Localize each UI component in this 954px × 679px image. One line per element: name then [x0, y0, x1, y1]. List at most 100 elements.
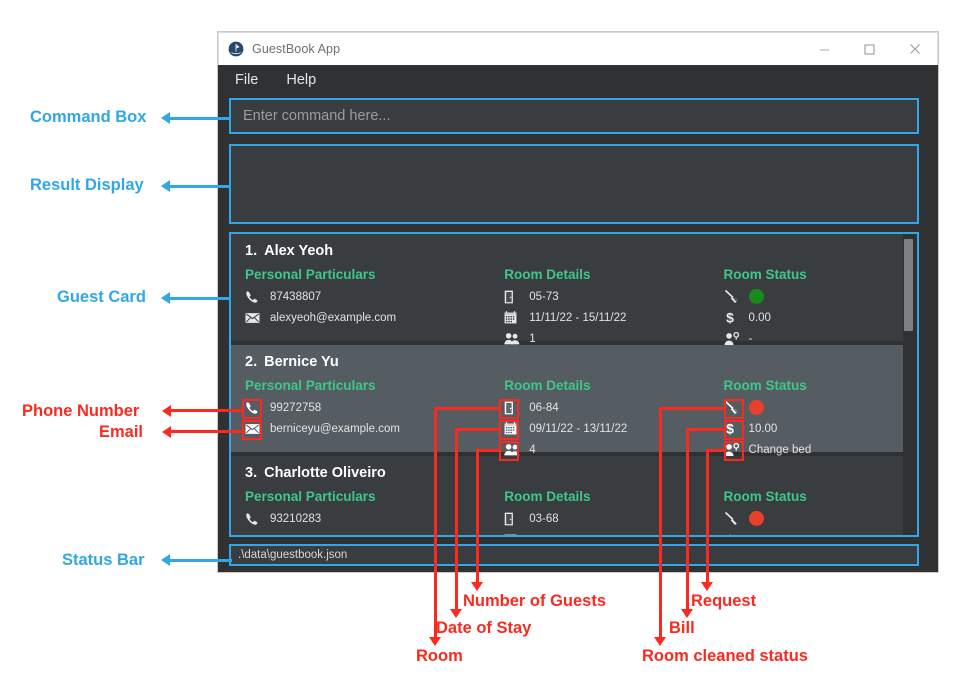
annotation-line-bill-v — [686, 428, 689, 611]
room-details-column: Room Details 06-84 09/11/22 - 13/11/22 4 — [504, 378, 723, 461]
phone-row: 87438807 — [245, 287, 504, 306]
annotation-line-room-h — [434, 407, 501, 410]
annotation-result-display: Result Display — [30, 176, 144, 194]
annotation-arrow-cleaned — [654, 637, 666, 646]
guest-card[interactable]: 1. Alex Yeoh Personal Particulars 8743880… — [231, 234, 903, 345]
annotation-box-broom-icon — [724, 399, 744, 419]
result-display — [229, 144, 919, 224]
annotation-date-of-stay: Date of Stay — [436, 619, 532, 637]
annotation-line-command-box — [170, 117, 230, 120]
cleaned-status-dot — [748, 289, 764, 304]
personal-particulars-column: Personal Particulars 93210283 — [245, 489, 504, 535]
menu-item-help[interactable]: Help — [283, 70, 319, 90]
bill-value: 10.00 — [748, 422, 778, 435]
svg-text:$: $ — [726, 532, 734, 537]
annotation-phone-number: Phone Number — [22, 402, 140, 420]
bill-row: $ 0.00 — [724, 308, 903, 327]
phone-value: 93210283 — [270, 512, 322, 525]
request-value: Change bed — [748, 443, 812, 456]
minimize-button[interactable] — [802, 33, 847, 65]
guest-index: 3. — [245, 465, 258, 481]
close-button[interactable] — [892, 33, 937, 65]
door-icon — [504, 289, 522, 304]
annotation-command-box: Command Box — [30, 108, 147, 126]
guest-index: 2. — [245, 354, 258, 370]
broom-icon — [724, 511, 742, 526]
bill-value: 0.00 — [748, 311, 771, 324]
annotation-arrow-guest-card — [161, 292, 170, 304]
room-status-column: Room Status $ 10.00 Change bed — [724, 378, 903, 461]
guest-card[interactable]: 3. Charlotte Oliveiro Personal Particular… — [231, 456, 903, 537]
command-input-placeholder: Enter command here... — [243, 108, 391, 124]
menu-item-file[interactable]: File — [232, 70, 261, 90]
annotation-line-guests-h — [476, 449, 501, 452]
cleaned-status-dot — [748, 511, 764, 526]
annotation-arrow-command-box — [161, 112, 170, 124]
room-row: 03-68 — [504, 509, 723, 528]
maximize-button[interactable] — [847, 33, 892, 65]
annotation-bill: Bill — [669, 619, 695, 637]
annotation-line-guest-card — [170, 297, 230, 300]
annotation-number-of-guests: Number of Guests — [463, 592, 607, 610]
guest-list-panel[interactable]: 1. Alex Yeoh Personal Particulars 8743880… — [229, 232, 919, 537]
command-input[interactable]: Enter command here... — [229, 98, 919, 134]
room-status-header: Room Status — [723, 267, 807, 282]
phone-icon — [245, 511, 263, 526]
room-details-column: Room Details 05-73 11/11/22 - 15/11/22 1 — [504, 267, 723, 350]
request-value: - — [748, 332, 753, 345]
annotation-arrow-result-display — [161, 180, 170, 192]
room-row: 05-73 — [504, 287, 723, 306]
guest-card-list: 1. Alex Yeoh Personal Particulars 8743880… — [231, 234, 903, 537]
annotation-line-date-h — [455, 428, 501, 431]
room-details-header: Room Details — [504, 378, 591, 393]
broom-icon — [724, 289, 742, 304]
cleaned-status-row — [724, 509, 903, 528]
annotation-line-phone-number — [170, 409, 242, 412]
cleaned-status-dot — [748, 400, 764, 415]
guest-name: Bernice Yu — [264, 354, 339, 370]
annotation-line-request-h — [706, 449, 726, 452]
annotation-box-calendar-icon — [499, 420, 519, 440]
room-details-header: Room Details — [504, 267, 591, 282]
annotation-room-cleaned-status: Room cleaned status — [642, 647, 808, 665]
svg-text:$: $ — [726, 310, 734, 325]
annotation-status-bar: Status Bar — [62, 551, 145, 569]
dates-row: 11/11/22 - 15/11/22 — [504, 308, 723, 327]
annotation-box-dollar-icon — [724, 420, 744, 440]
menu-bar: File Help — [218, 65, 938, 95]
email-icon — [245, 532, 263, 535]
guest-card-title: 3. Charlotte Oliveiro — [245, 465, 903, 481]
bill-row: $ — [724, 530, 903, 537]
dates-value: 11/11/22 - 15/11/22 — [529, 311, 627, 324]
bill-row: $ 10.00 — [724, 419, 903, 438]
annotation-line-cleaned-v — [659, 407, 662, 639]
people-icon — [504, 331, 522, 346]
room-value: 03-68 — [529, 512, 559, 525]
annotation-line-date-v — [455, 428, 458, 611]
email-row — [245, 530, 504, 535]
window-title: GuestBook App — [252, 42, 341, 56]
status-bar-path: .\data\guestbook.json — [238, 549, 348, 561]
scrollbar-thumb[interactable] — [904, 239, 913, 331]
window-controls — [802, 33, 937, 65]
personal-particulars-header: Personal Particulars — [245, 378, 376, 393]
room-status-header: Room Status — [723, 489, 807, 504]
calendar-icon — [504, 532, 522, 535]
annotation-arrow-date — [450, 609, 462, 618]
guest-name: Charlotte Oliveiro — [264, 465, 386, 481]
annotation-box-door-icon — [499, 399, 519, 419]
annotation-room: Room — [416, 647, 463, 665]
annotation-box-people-icon — [499, 441, 519, 461]
annotation-line-cleaned-h — [659, 407, 726, 410]
annotation-arrow-guests — [471, 582, 483, 591]
personal-particulars-header: Personal Particulars — [245, 489, 376, 504]
annotation-line-bill-h — [686, 428, 726, 431]
annotation-line-email — [170, 430, 242, 433]
guest-count-value: 1 — [529, 332, 536, 345]
dates-row — [504, 530, 723, 535]
phone-icon — [245, 289, 263, 304]
guest-list-scrollbar[interactable] — [904, 239, 913, 534]
room-value: 06-84 — [529, 401, 559, 414]
phone-value: 87438807 — [270, 290, 322, 303]
guest-card[interactable]: 2. Bernice Yu Personal Particulars 992727… — [231, 345, 903, 456]
